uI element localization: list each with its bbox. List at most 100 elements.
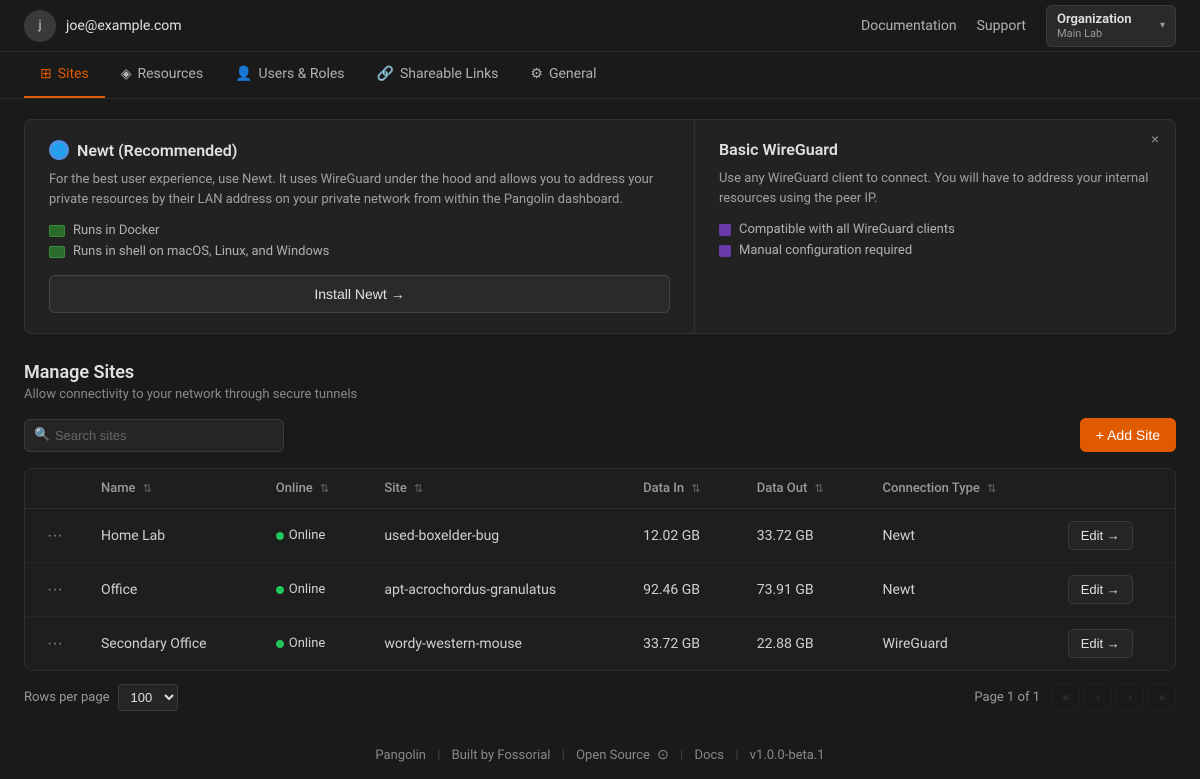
online-dot-1 (276, 586, 284, 594)
section-description: Allow connectivity to your network throu… (24, 387, 1176, 402)
footer-opensource-link[interactable]: Open Source ⊙ (576, 748, 669, 763)
tab-users-roles[interactable]: 👤 Users & Roles (219, 52, 360, 98)
wireguard-feature-2: Manual configuration required (719, 243, 1151, 258)
cell-conntype-2: WireGuard (867, 617, 1052, 671)
sort-online-icon[interactable]: ⇅ (320, 482, 329, 495)
next-page-button[interactable]: › (1116, 683, 1144, 711)
toolbar: 🔍 + Add Site (24, 418, 1176, 452)
org-switcher[interactable]: Organization Main Lab ▾ (1046, 5, 1176, 47)
banner-close-button[interactable]: × (1145, 130, 1165, 148)
tab-sites-label: Sites (58, 66, 89, 82)
table-row: ··· Office Online apt-acrochordus-granul… (25, 563, 1175, 617)
header-right: Documentation Support Organization Main … (861, 5, 1176, 47)
tab-resources[interactable]: ◈ Resources (105, 52, 219, 98)
tab-users-label: Users & Roles (258, 66, 344, 82)
banner-right-panel: Basic WireGuard Use any WireGuard client… (695, 120, 1175, 333)
sites-icon: ⊞ (40, 66, 52, 82)
cell-name-1: Office (85, 563, 260, 617)
gear-icon: ⚙ (530, 66, 543, 82)
table-header-row: Name ⇅ Online ⇅ Site ⇅ Data In (25, 469, 1175, 509)
row-menu-button-2[interactable]: ··· (41, 633, 69, 655)
cell-datain-0: 12.02 GB (627, 509, 741, 563)
col-data-in: Data In ⇅ (627, 469, 741, 509)
wireguard-feature-1: Compatible with all WireGuard clients (719, 222, 1151, 237)
add-site-button[interactable]: + Add Site (1080, 418, 1176, 452)
avatar: j (24, 10, 56, 42)
install-newt-button[interactable]: Install Newt → (49, 275, 670, 313)
footer-docs-link[interactable]: Docs (695, 748, 724, 763)
compatible-icon (719, 224, 731, 236)
link-icon: 🔗 (377, 66, 394, 82)
cell-datain-1: 92.46 GB (627, 563, 741, 617)
col-actions (1052, 469, 1175, 509)
rows-per-page-select[interactable]: 100 50 25 (118, 684, 178, 711)
org-sub: Main Lab (1057, 27, 1154, 40)
first-page-button[interactable]: « (1052, 683, 1080, 711)
tab-general[interactable]: ⚙ General (514, 52, 612, 98)
banner-feature-shell: Runs in shell on macOS, Linux, and Windo… (49, 244, 670, 259)
page-nav: « ‹ › » (1052, 683, 1176, 711)
edit-button-2[interactable]: Edit → (1068, 629, 1133, 658)
prev-page-button[interactable]: ‹ (1084, 683, 1112, 711)
edit-button-1[interactable]: Edit → (1068, 575, 1133, 604)
docker-icon (49, 225, 65, 237)
manual-icon (719, 245, 731, 257)
banner-left-title: 🌐 Newt (Recommended) (49, 140, 670, 160)
last-page-button[interactable]: » (1148, 683, 1176, 711)
sort-conntype-icon[interactable]: ⇅ (987, 482, 996, 495)
tab-sites[interactable]: ⊞ Sites (24, 52, 105, 98)
col-site: Site ⇅ (368, 469, 627, 509)
support-link[interactable]: Support (977, 18, 1026, 34)
sort-site-icon[interactable]: ⇅ (414, 482, 423, 495)
footer-version: v1.0.0-beta.1 (750, 748, 825, 763)
table-row: ··· Secondary Office Online wordy-wester… (25, 617, 1175, 671)
col-online: Online ⇅ (260, 469, 369, 509)
globe-icon: 🌐 (49, 140, 69, 160)
col-data-out: Data Out ⇅ (741, 469, 867, 509)
online-dot-0 (276, 532, 284, 540)
manage-sites-section: Manage Sites Allow connectivity to your … (24, 362, 1176, 711)
cell-site-2: wordy-western-mouse (368, 617, 627, 671)
org-name: Organization (1057, 12, 1154, 27)
cell-dataout-2: 22.88 GB (741, 617, 867, 671)
resources-icon: ◈ (121, 66, 132, 82)
banner-feature-docker: Runs in Docker (49, 223, 670, 238)
footer-pangolin-link[interactable]: Pangolin (375, 748, 426, 763)
main-content: × 🌐 Newt (Recommended) For the best user… (0, 99, 1200, 731)
chevron-down-icon: ▾ (1160, 20, 1165, 31)
sort-dataout-icon[interactable]: ⇅ (815, 482, 824, 495)
sites-table: Name ⇅ Online ⇅ Site ⇅ Data In (25, 469, 1175, 670)
user-email: joe@example.com (66, 18, 182, 34)
cell-datain-2: 33.72 GB (627, 617, 741, 671)
edit-button-0[interactable]: Edit → (1068, 521, 1133, 550)
banner-right-title: Basic WireGuard (719, 140, 1151, 159)
table-row: ··· Home Lab Online used-boxelder-bug 12… (25, 509, 1175, 563)
footer: Pangolin | Built by Fossorial | Open Sou… (0, 731, 1200, 779)
cell-site-1: apt-acrochordus-granulatus (368, 563, 627, 617)
rows-per-page: Rows per page 100 50 25 (24, 684, 178, 711)
row-menu-button-0[interactable]: ··· (41, 525, 69, 547)
cell-conntype-1: Newt (867, 563, 1052, 617)
cell-online-2: Online (260, 617, 369, 671)
search-input[interactable] (24, 419, 284, 452)
online-label-2: Online (289, 636, 326, 651)
tab-shareable-links[interactable]: 🔗 Shareable Links (361, 52, 515, 98)
users-icon: 👤 (235, 66, 252, 82)
cell-dataout-1: 73.91 GB (741, 563, 867, 617)
org-switcher-text: Organization Main Lab (1057, 12, 1154, 40)
page-info: Page 1 of 1 (974, 690, 1040, 705)
nav-tabs: ⊞ Sites ◈ Resources 👤 Users & Roles 🔗 Sh… (0, 52, 1200, 99)
header: j joe@example.com Documentation Support … (0, 0, 1200, 52)
search-wrap: 🔍 (24, 419, 284, 452)
pagination-row: Rows per page 100 50 25 Page 1 of 1 « ‹ … (24, 671, 1176, 711)
documentation-link[interactable]: Documentation (861, 18, 957, 34)
sort-name-icon[interactable]: ⇅ (143, 482, 152, 495)
sort-datain-icon[interactable]: ⇅ (691, 482, 700, 495)
newt-banner: × 🌐 Newt (Recommended) For the best user… (24, 119, 1176, 334)
tab-resources-label: Resources (137, 66, 203, 82)
row-menu-button-1[interactable]: ··· (41, 579, 69, 601)
banner-right-desc: Use any WireGuard client to connect. You… (719, 169, 1151, 208)
cell-online-0: Online (260, 509, 369, 563)
cell-online-1: Online (260, 563, 369, 617)
footer-fossorial-link[interactable]: Built by Fossorial (452, 748, 551, 763)
